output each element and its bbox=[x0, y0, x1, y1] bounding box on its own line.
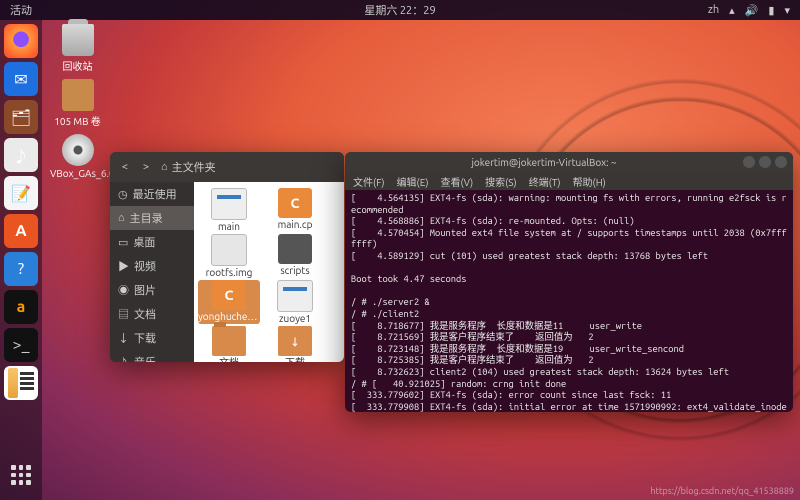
music-icon: ♪ bbox=[118, 354, 129, 362]
doc-icon bbox=[277, 280, 313, 312]
top-bar: 活动 星期六 22：29 zh ▴ 🔊 ▮ ▾ bbox=[0, 0, 800, 20]
cfile-icon bbox=[212, 280, 246, 310]
dock-files[interactable]: 🗂 bbox=[4, 100, 38, 134]
file-dl[interactable]: 下载 bbox=[264, 326, 326, 362]
folder-icon bbox=[212, 326, 246, 356]
network-icon[interactable]: ▴ bbox=[729, 4, 735, 17]
desktop-volume[interactable]: 105 MB 卷 bbox=[50, 79, 105, 128]
watermark: https://blog.csdn.net/qq_41538889 bbox=[650, 486, 794, 496]
dock-software[interactable] bbox=[4, 214, 38, 248]
file-manager-window[interactable]: < > ⌂ 主文件夹 ◷最近使用 ⌂主目录 ▭桌面 ▶视频 ◉图片 ▤文档 ↓下… bbox=[110, 152, 344, 362]
fm-forward-button[interactable]: > bbox=[137, 161, 155, 173]
file-docs[interactable]: 文档 bbox=[198, 326, 260, 362]
term-menu-edit[interactable]: 编辑(E) bbox=[397, 174, 429, 189]
dock-text-editor[interactable] bbox=[4, 366, 38, 400]
file-label: yonghuchengxu2.c bbox=[198, 311, 260, 322]
download-icon: ↓ bbox=[118, 330, 129, 346]
sidebar-music[interactable]: ♪音乐 bbox=[110, 350, 194, 362]
camera-icon: ◉ bbox=[118, 282, 129, 298]
term-output[interactable]: [ 4.564135] EXT4-fs (sda): warning: moun… bbox=[345, 190, 793, 412]
term-title: jokertim@jokertim-VirtualBox: ~ bbox=[345, 157, 743, 168]
clock[interactable]: 星期六 22：29 bbox=[364, 2, 435, 18]
sidebar-documents[interactable]: ▤文档 bbox=[110, 302, 194, 326]
fm-headerbar: < > ⌂ 主文件夹 bbox=[110, 152, 344, 182]
window-close-icon[interactable] bbox=[775, 156, 787, 168]
clock-icon: ◷ bbox=[118, 188, 128, 201]
volume-icon[interactable]: 🔊 bbox=[745, 4, 759, 17]
video-icon: ▶ bbox=[118, 258, 129, 274]
fm-location[interactable]: 主文件夹 bbox=[172, 159, 216, 175]
file-label: scripts bbox=[264, 265, 326, 276]
file-label: 下载 bbox=[264, 357, 326, 362]
sidebar-videos[interactable]: ▶视频 bbox=[110, 254, 194, 278]
term-menubar: 文件(F) 编辑(E) 查看(V) 搜索(S) 终端(T) 帮助(H) bbox=[345, 172, 793, 190]
fm-file-grid[interactable]: main main.cp rootfs.img scripts yonghuchengx… bbox=[194, 182, 344, 362]
term-menu-terminal[interactable]: 终端(T) bbox=[529, 174, 561, 189]
home-icon: ⌂ bbox=[161, 161, 168, 173]
doc-icon bbox=[211, 188, 247, 220]
desktop-cd[interactable]: VBox_GAs_6.0.12 bbox=[50, 134, 105, 179]
cd-icon bbox=[62, 134, 94, 166]
dock-rhythmbox[interactable]: ♪ bbox=[4, 138, 38, 172]
battery-icon[interactable]: ▮ bbox=[768, 4, 774, 17]
term-titlebar: jokertim@jokertim-VirtualBox: ~ bbox=[345, 152, 793, 172]
desktop-icon: ▭ bbox=[118, 236, 128, 249]
dock: ✉ 🗂 ♪ 📝 ? a >_ bbox=[0, 20, 42, 500]
file-label: main.cp bbox=[264, 219, 326, 230]
file-label: zuoye1 bbox=[264, 313, 326, 324]
dock-firefox[interactable] bbox=[4, 24, 38, 58]
term-menu-help[interactable]: 帮助(H) bbox=[573, 174, 606, 189]
terminal-window[interactable]: jokertim@jokertim-VirtualBox: ~ 文件(F) 编辑… bbox=[345, 152, 793, 412]
sidebar-desktop[interactable]: ▭桌面 bbox=[110, 230, 194, 254]
sidebar-pictures[interactable]: ◉图片 bbox=[110, 278, 194, 302]
term-menu-search[interactable]: 搜索(S) bbox=[485, 174, 517, 189]
img-icon bbox=[211, 234, 247, 266]
file-zuoye[interactable]: zuoye1 bbox=[264, 280, 326, 324]
dock-terminal[interactable]: >_ bbox=[4, 328, 38, 362]
file-label: rootfs.img bbox=[198, 267, 260, 278]
fm-back-button[interactable]: < bbox=[116, 161, 134, 173]
sidebar-downloads[interactable]: ↓下载 bbox=[110, 326, 194, 350]
dock-help[interactable]: ? bbox=[4, 252, 38, 286]
home-icon: ⌂ bbox=[118, 212, 125, 224]
sidebar-recent[interactable]: ◷最近使用 bbox=[110, 182, 194, 206]
dock-thunderbird[interactable]: ✉ bbox=[4, 62, 38, 96]
file-label: 文档 bbox=[198, 357, 260, 362]
window-minimize-icon[interactable] bbox=[743, 156, 755, 168]
term-menu-view[interactable]: 查看(V) bbox=[440, 174, 473, 189]
trash-icon bbox=[62, 24, 94, 56]
sh-icon bbox=[278, 234, 312, 264]
system-menu-icon[interactable]: ▾ bbox=[784, 4, 790, 17]
cfile-icon bbox=[278, 188, 312, 218]
file-main-cpp[interactable]: main.cp bbox=[264, 188, 326, 232]
file-scripts[interactable]: scripts bbox=[264, 234, 326, 278]
dock-office[interactable]: 📝 bbox=[4, 176, 38, 210]
window-maximize-icon[interactable] bbox=[759, 156, 771, 168]
activities-button[interactable]: 活动 bbox=[0, 2, 42, 18]
file-yonghu[interactable]: yonghuchengxu2.c bbox=[198, 280, 260, 324]
dock-amazon[interactable]: a bbox=[4, 290, 38, 324]
fm-sidebar: ◷最近使用 ⌂主目录 ▭桌面 ▶视频 ◉图片 ▤文档 ↓下载 ♪音乐 🗑回收站 … bbox=[110, 182, 194, 362]
sidebar-home[interactable]: ⌂主目录 bbox=[110, 206, 194, 230]
show-applications-button[interactable] bbox=[0, 458, 42, 492]
drive-icon bbox=[62, 79, 94, 111]
file-label: main bbox=[198, 221, 260, 232]
desktop-trash[interactable]: 回收站 bbox=[50, 24, 105, 73]
input-method-indicator[interactable]: zh bbox=[708, 4, 719, 16]
doc-icon: ▤ bbox=[118, 306, 129, 322]
dl-icon bbox=[278, 326, 312, 356]
file-rootfs[interactable]: rootfs.img bbox=[198, 234, 260, 278]
term-menu-file[interactable]: 文件(F) bbox=[353, 174, 385, 189]
file-main[interactable]: main bbox=[198, 188, 260, 232]
desktop: 回收站 105 MB 卷 VBox_GAs_6.0.12 bbox=[50, 24, 105, 185]
apps-grid-icon bbox=[11, 465, 31, 485]
